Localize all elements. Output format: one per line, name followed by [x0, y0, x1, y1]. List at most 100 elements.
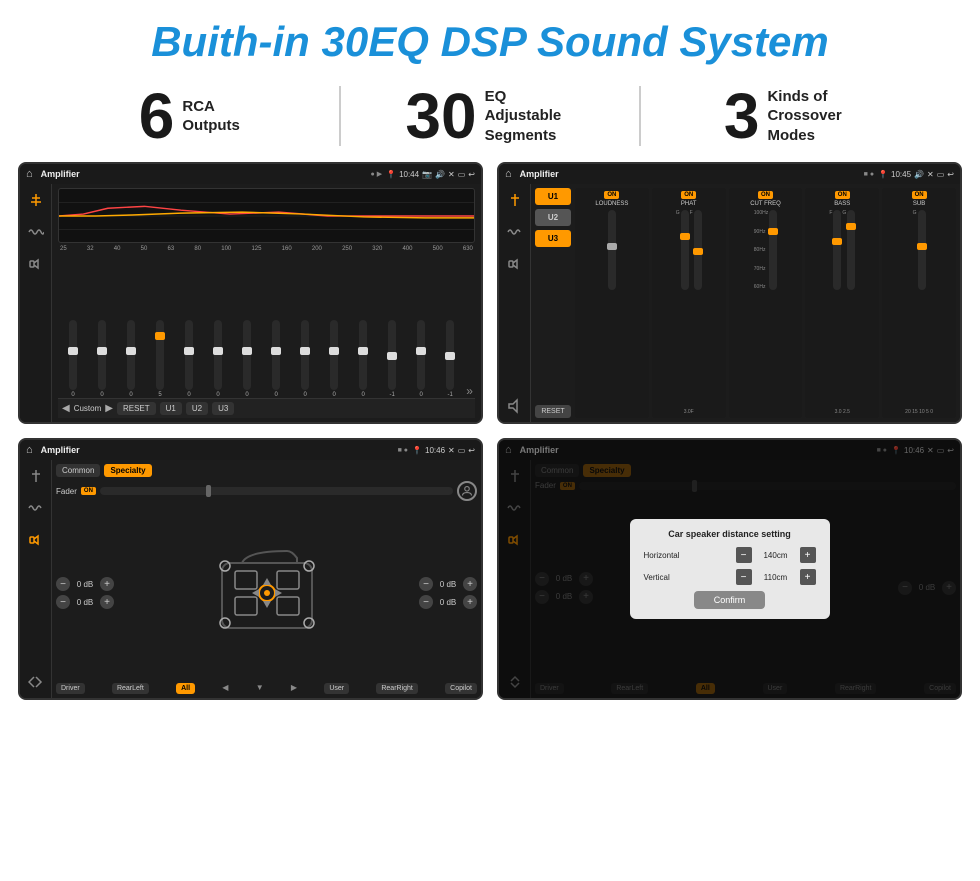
u1-button[interactable]: U1 [160, 402, 182, 415]
back-icon-3[interactable]: ↩ [468, 446, 475, 455]
horizontal-value: 140cm [758, 551, 794, 560]
crossover-wave-icon[interactable] [505, 222, 525, 242]
distance-modal: Car speaker distance setting Horizontal … [630, 519, 830, 619]
crossover-vol-icon[interactable] [505, 396, 525, 416]
speaker-icon-active[interactable] [26, 530, 46, 550]
close-icon-2[interactable]: ✕ [927, 170, 934, 179]
crossover-speaker-icon[interactable] [505, 254, 525, 274]
bass-slider-f[interactable] [833, 210, 841, 290]
u3-select[interactable]: U3 [535, 230, 571, 247]
all-btn[interactable]: All [176, 683, 195, 694]
phat-slider-f[interactable] [694, 210, 702, 290]
eq-preset-label: Custom [74, 404, 102, 413]
rr-minus[interactable]: − [419, 595, 433, 609]
rearleft-btn[interactable]: RearLeft [112, 683, 149, 694]
left-db-controls: − 0 dB + − 0 dB + [56, 507, 114, 679]
u2-button[interactable]: U2 [186, 402, 208, 415]
right-db-controls: − 0 dB + − 0 dB + [419, 507, 477, 679]
speaker-tune-icon[interactable] [26, 466, 46, 486]
phat-col: ON PHAT G F [652, 188, 726, 418]
u1-select[interactable]: U1 [535, 188, 571, 205]
common-tab[interactable]: Common [56, 464, 100, 477]
bass-on[interactable]: ON [835, 191, 850, 199]
driver-btn[interactable]: Driver [56, 683, 85, 694]
nav-right[interactable]: ▶ [291, 683, 297, 694]
speaker-content: Common Specialty Fader ON [20, 460, 481, 698]
vertical-minus[interactable]: − [736, 569, 752, 585]
cutfreq-on[interactable]: ON [758, 191, 773, 199]
crossover-dots: ■ ● [864, 171, 874, 178]
sub-slider[interactable] [918, 210, 926, 290]
eq-slider-12: 0 [408, 320, 434, 398]
home-icon-2[interactable]: ⌂ [505, 168, 512, 180]
db-control-rl: − 0 dB + [56, 595, 114, 609]
loudness-on[interactable]: ON [604, 191, 619, 199]
phat-on[interactable]: ON [681, 191, 696, 199]
minimize-icon-2[interactable]: ▭ [937, 170, 945, 179]
eq-dots: ● ▶ [371, 170, 383, 178]
back-icon[interactable]: ↩ [468, 170, 475, 179]
cutfreq-slider[interactable] [769, 210, 777, 290]
eq-speaker-icon[interactable] [26, 254, 46, 274]
rr-plus[interactable]: + [463, 595, 477, 609]
close-icon[interactable]: ✕ [448, 170, 455, 179]
close-icon-3[interactable]: ✕ [448, 446, 455, 455]
speaker-tabs: Common Specialty [56, 464, 477, 477]
loudness-slider[interactable] [608, 210, 616, 290]
horizontal-minus[interactable]: − [736, 547, 752, 563]
speaker-status-icons: 📍 10:46 ✕ ▭ ↩ [412, 446, 475, 455]
bass-slider-g[interactable] [847, 210, 855, 290]
home-icon[interactable]: ⌂ [26, 168, 33, 180]
eq-slider-3: 5 [147, 320, 173, 398]
fl-plus[interactable]: + [100, 577, 114, 591]
rearright-btn[interactable]: RearRight [376, 683, 418, 694]
home-icon-3[interactable]: ⌂ [26, 444, 33, 456]
eq-wave-icon[interactable] [26, 222, 46, 242]
eq-sliders: 0 0 0 5 0 [58, 254, 475, 398]
u2-select[interactable]: U2 [535, 209, 571, 226]
eq-arrows[interactable]: » [466, 384, 473, 398]
eq-screen-card: ⌂ Amplifier ● ▶ 📍 10:44 📷 🔊 ✕ ▭ ↩ [18, 162, 483, 424]
speaker-screen-card: ⌂ Amplifier ■ ● 📍 10:46 ✕ ▭ ↩ [18, 438, 483, 700]
minimize-icon[interactable]: ▭ [458, 170, 466, 179]
fr-minus[interactable]: − [419, 577, 433, 591]
speaker-wave-icon[interactable] [26, 498, 46, 518]
rl-minus[interactable]: − [56, 595, 70, 609]
eq-slider-0: 0 [60, 320, 86, 398]
fader-on-badge[interactable]: ON [81, 487, 96, 495]
eq-slider-4: 0 [176, 320, 202, 398]
minimize-icon-3[interactable]: ▭ [458, 446, 466, 455]
confirm-button[interactable]: Confirm [694, 591, 766, 609]
crossover-tune-icon[interactable] [505, 190, 525, 210]
eq-main-area: 25 32 40 50 63 80 100 125 160 200 250 32… [52, 184, 481, 422]
eq-prev-icon[interactable]: ◀ [62, 403, 70, 414]
phat-slider-g[interactable] [681, 210, 689, 290]
stat-rca-number: 6 [139, 84, 175, 148]
stat-eq-text: EQ AdjustableSegments [485, 87, 575, 146]
fader-slider[interactable] [100, 487, 453, 495]
eq-app-title: Amplifier [41, 169, 367, 179]
rl-plus[interactable]: + [100, 595, 114, 609]
eq-next-icon[interactable]: ▶ [105, 403, 113, 414]
speaker-expand-icon[interactable] [26, 672, 46, 692]
speaker-time: 10:46 [425, 446, 445, 455]
fr-plus[interactable]: + [463, 577, 477, 591]
u3-button[interactable]: U3 [212, 402, 234, 415]
specialty-tab[interactable]: Specialty [104, 464, 151, 477]
nav-down[interactable]: ▼ [256, 683, 264, 694]
eq-tune-icon[interactable] [26, 190, 46, 210]
copilot-btn[interactable]: Copilot [445, 683, 477, 694]
eq-slider-2: 0 [118, 320, 144, 398]
crossover-time: 10:45 [891, 170, 911, 179]
user-btn[interactable]: User [324, 683, 349, 694]
fl-minus[interactable]: − [56, 577, 70, 591]
stat-eq: 30 EQ AdjustableSegments [341, 84, 640, 148]
reset-button[interactable]: RESET [117, 402, 156, 415]
sub-on[interactable]: ON [912, 191, 927, 199]
vertical-plus[interactable]: + [800, 569, 816, 585]
crossover-reset[interactable]: RESET [535, 405, 571, 418]
back-icon-2[interactable]: ↩ [947, 170, 954, 179]
crossover-main: U1 U2 U3 RESET ON LOUDNESS [531, 184, 960, 422]
horizontal-plus[interactable]: + [800, 547, 816, 563]
nav-left[interactable]: ◀ [222, 683, 228, 694]
